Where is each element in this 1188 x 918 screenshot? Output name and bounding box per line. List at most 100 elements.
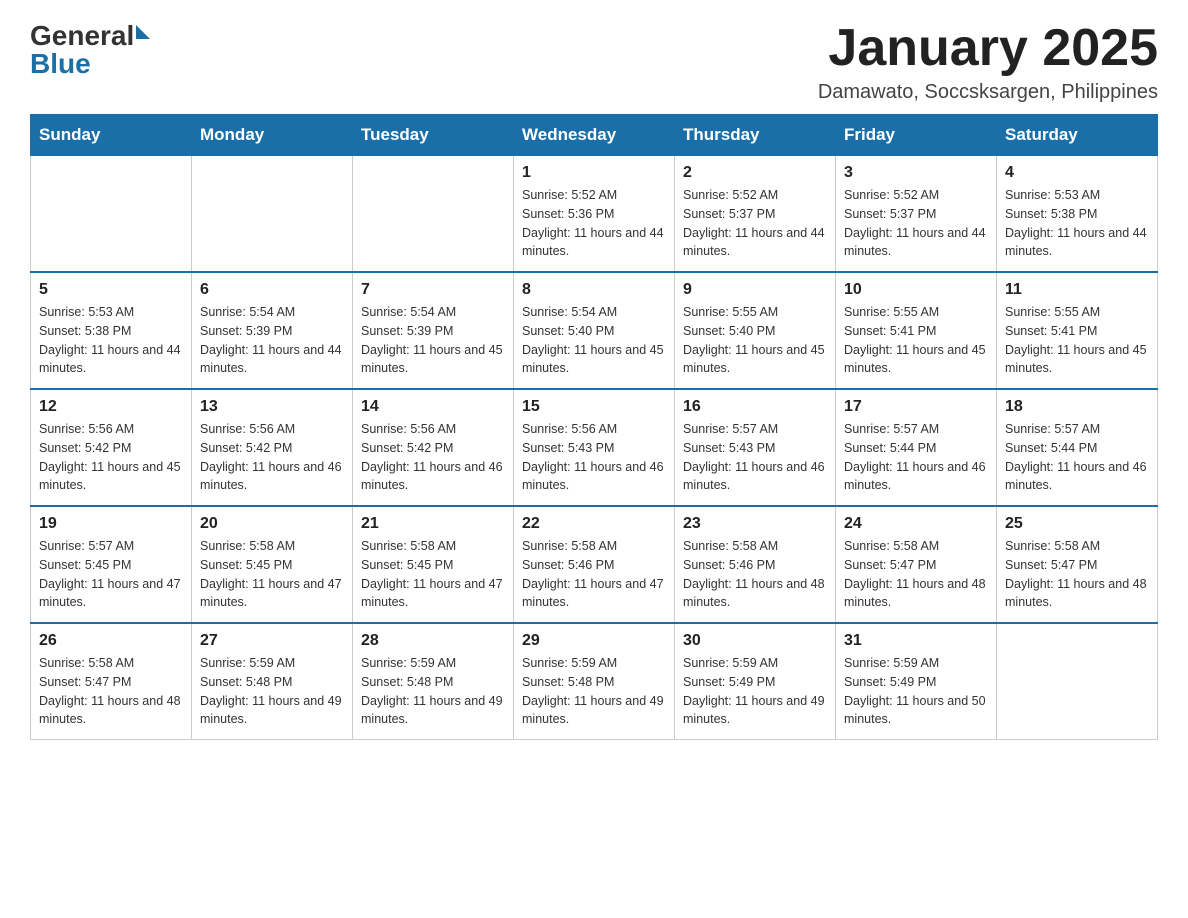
day-info: Sunrise: 5:59 AM Sunset: 5:48 PM Dayligh…	[361, 654, 505, 729]
day-number: 24	[844, 515, 988, 533]
table-row	[997, 623, 1158, 740]
calendar-week-row: 1 Sunrise: 5:52 AM Sunset: 5:36 PM Daylig…	[31, 156, 1158, 273]
table-row: 1 Sunrise: 5:52 AM Sunset: 5:36 PM Daylig…	[514, 156, 675, 273]
day-info: Sunrise: 5:55 AM Sunset: 5:41 PM Dayligh…	[844, 303, 988, 378]
table-row: 28 Sunrise: 5:59 AM Sunset: 5:48 PM Dayli…	[353, 623, 514, 740]
day-number: 1	[522, 164, 666, 182]
table-row: 25Sunrise: 5:58 AM Sunset: 5:47 PM Dayli…	[997, 506, 1158, 623]
col-friday: Friday	[836, 115, 997, 156]
day-number: 11	[1005, 281, 1149, 299]
day-info: Sunrise: 5:53 AM Sunset: 5:38 PM Dayligh…	[1005, 186, 1149, 261]
day-info: Sunrise: 5:54 AM Sunset: 5:39 PM Dayligh…	[200, 303, 344, 378]
day-info: Sunrise: 5:59 AM Sunset: 5:48 PM Dayligh…	[522, 654, 666, 729]
day-info: Sunrise: 5:56 AM Sunset: 5:42 PM Dayligh…	[200, 420, 344, 495]
col-thursday: Thursday	[675, 115, 836, 156]
day-number: 28	[361, 632, 505, 650]
table-row: 13 Sunrise: 5:56 AM Sunset: 5:42 PM Dayli…	[192, 389, 353, 506]
day-info: Sunrise: 5:58 AM Sunset: 5:47 PM Dayligh…	[1005, 537, 1149, 612]
day-info: Sunrise: 5:58 AM Sunset: 5:47 PM Dayligh…	[844, 537, 988, 612]
table-row: 29Sunrise: 5:59 AM Sunset: 5:48 PM Dayli…	[514, 623, 675, 740]
day-number: 7	[361, 281, 505, 299]
day-info: Sunrise: 5:58 AM Sunset: 5:45 PM Dayligh…	[200, 537, 344, 612]
day-number: 14	[361, 398, 505, 416]
day-info: Sunrise: 5:54 AM Sunset: 5:39 PM Dayligh…	[361, 303, 505, 378]
calendar-week-row: 5Sunrise: 5:53 AM Sunset: 5:38 PM Daylig…	[31, 272, 1158, 389]
day-info: Sunrise: 5:58 AM Sunset: 5:47 PM Dayligh…	[39, 654, 183, 729]
day-info: Sunrise: 5:56 AM Sunset: 5:42 PM Dayligh…	[39, 420, 183, 495]
day-info: Sunrise: 5:57 AM Sunset: 5:44 PM Dayligh…	[1005, 420, 1149, 495]
table-row: 23 Sunrise: 5:58 AM Sunset: 5:46 PM Dayli…	[675, 506, 836, 623]
day-number: 6	[200, 281, 344, 299]
table-row: 16 Sunrise: 5:57 AM Sunset: 5:43 PM Dayli…	[675, 389, 836, 506]
day-number: 13	[200, 398, 344, 416]
day-info: Sunrise: 5:56 AM Sunset: 5:42 PM Dayligh…	[361, 420, 505, 495]
day-info: Sunrise: 5:52 AM Sunset: 5:37 PM Dayligh…	[683, 186, 827, 261]
col-tuesday: Tuesday	[353, 115, 514, 156]
day-info: Sunrise: 5:59 AM Sunset: 5:49 PM Dayligh…	[683, 654, 827, 729]
table-row: 2 Sunrise: 5:52 AM Sunset: 5:37 PM Daylig…	[675, 156, 836, 273]
day-number: 18	[1005, 398, 1149, 416]
day-info: Sunrise: 5:54 AM Sunset: 5:40 PM Dayligh…	[522, 303, 666, 378]
table-row: 6 Sunrise: 5:54 AM Sunset: 5:39 PM Daylig…	[192, 272, 353, 389]
location-subtitle: Damawato, Soccsksargen, Philippines	[818, 81, 1158, 104]
col-wednesday: Wednesday	[514, 115, 675, 156]
table-row: 17 Sunrise: 5:57 AM Sunset: 5:44 PM Dayli…	[836, 389, 997, 506]
table-row: 21 Sunrise: 5:58 AM Sunset: 5:45 PM Dayli…	[353, 506, 514, 623]
day-number: 8	[522, 281, 666, 299]
table-row: 14 Sunrise: 5:56 AM Sunset: 5:42 PM Dayli…	[353, 389, 514, 506]
col-monday: Monday	[192, 115, 353, 156]
table-row: 10Sunrise: 5:55 AM Sunset: 5:41 PM Dayli…	[836, 272, 997, 389]
day-number: 23	[683, 515, 827, 533]
day-info: Sunrise: 5:57 AM Sunset: 5:45 PM Dayligh…	[39, 537, 183, 612]
table-row: 15 Sunrise: 5:56 AM Sunset: 5:43 PM Dayli…	[514, 389, 675, 506]
col-sunday: Sunday	[31, 115, 192, 156]
calendar-week-row: 19 Sunrise: 5:57 AM Sunset: 5:45 PM Dayli…	[31, 506, 1158, 623]
day-info: Sunrise: 5:58 AM Sunset: 5:45 PM Dayligh…	[361, 537, 505, 612]
month-title: January 2025	[818, 20, 1158, 77]
table-row: 20 Sunrise: 5:58 AM Sunset: 5:45 PM Dayli…	[192, 506, 353, 623]
logo-triangle-icon	[136, 25, 150, 39]
table-row: 24 Sunrise: 5:58 AM Sunset: 5:47 PM Dayli…	[836, 506, 997, 623]
day-number: 17	[844, 398, 988, 416]
day-number: 5	[39, 281, 183, 299]
day-info: Sunrise: 5:59 AM Sunset: 5:48 PM Dayligh…	[200, 654, 344, 729]
day-number: 26	[39, 632, 183, 650]
day-number: 2	[683, 164, 827, 182]
day-info: Sunrise: 5:58 AM Sunset: 5:46 PM Dayligh…	[683, 537, 827, 612]
day-info: Sunrise: 5:55 AM Sunset: 5:41 PM Dayligh…	[1005, 303, 1149, 378]
logo: General Blue	[30, 20, 150, 80]
day-number: 16	[683, 398, 827, 416]
table-row: 11 Sunrise: 5:55 AM Sunset: 5:41 PM Dayli…	[997, 272, 1158, 389]
table-row: 22Sunrise: 5:58 AM Sunset: 5:46 PM Dayli…	[514, 506, 675, 623]
table-row: 7 Sunrise: 5:54 AM Sunset: 5:39 PM Daylig…	[353, 272, 514, 389]
table-row	[31, 156, 192, 273]
table-row: 8 Sunrise: 5:54 AM Sunset: 5:40 PM Daylig…	[514, 272, 675, 389]
table-row: 9 Sunrise: 5:55 AM Sunset: 5:40 PM Daylig…	[675, 272, 836, 389]
table-row: 31Sunrise: 5:59 AM Sunset: 5:49 PM Dayli…	[836, 623, 997, 740]
day-info: Sunrise: 5:56 AM Sunset: 5:43 PM Dayligh…	[522, 420, 666, 495]
table-row: 26 Sunrise: 5:58 AM Sunset: 5:47 PM Dayli…	[31, 623, 192, 740]
day-number: 21	[361, 515, 505, 533]
day-info: Sunrise: 5:57 AM Sunset: 5:43 PM Dayligh…	[683, 420, 827, 495]
day-number: 12	[39, 398, 183, 416]
day-info: Sunrise: 5:52 AM Sunset: 5:36 PM Dayligh…	[522, 186, 666, 261]
calendar-header-row: Sunday Monday Tuesday Wednesday Thursday…	[31, 115, 1158, 156]
logo-blue: Blue	[30, 48, 91, 80]
day-number: 9	[683, 281, 827, 299]
day-number: 15	[522, 398, 666, 416]
day-number: 19	[39, 515, 183, 533]
table-row	[192, 156, 353, 273]
calendar-week-row: 12 Sunrise: 5:56 AM Sunset: 5:42 PM Dayli…	[31, 389, 1158, 506]
day-info: Sunrise: 5:57 AM Sunset: 5:44 PM Dayligh…	[844, 420, 988, 495]
table-row: 4Sunrise: 5:53 AM Sunset: 5:38 PM Daylig…	[997, 156, 1158, 273]
day-number: 3	[844, 164, 988, 182]
calendar-week-row: 26 Sunrise: 5:58 AM Sunset: 5:47 PM Dayli…	[31, 623, 1158, 740]
calendar-table: Sunday Monday Tuesday Wednesday Thursday…	[30, 114, 1158, 740]
title-section: January 2025 Damawato, Soccsksargen, Phi…	[818, 20, 1158, 104]
day-info: Sunrise: 5:55 AM Sunset: 5:40 PM Dayligh…	[683, 303, 827, 378]
day-info: Sunrise: 5:59 AM Sunset: 5:49 PM Dayligh…	[844, 654, 988, 729]
day-number: 20	[200, 515, 344, 533]
table-row: 12 Sunrise: 5:56 AM Sunset: 5:42 PM Dayli…	[31, 389, 192, 506]
table-row: 3Sunrise: 5:52 AM Sunset: 5:37 PM Daylig…	[836, 156, 997, 273]
table-row: 19 Sunrise: 5:57 AM Sunset: 5:45 PM Dayli…	[31, 506, 192, 623]
